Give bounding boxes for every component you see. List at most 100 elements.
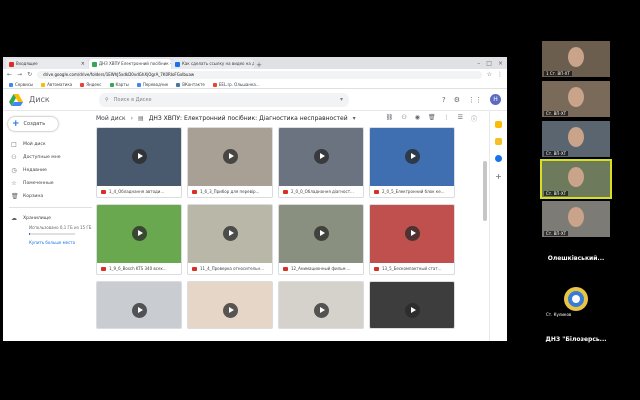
file-card[interactable]: 1_9_6_Bosch KTS 340 всех... xyxy=(96,204,182,275)
participant-avatar-tile[interactable]: Ст. Куликов xyxy=(542,282,610,318)
play-icon[interactable] xyxy=(132,226,147,241)
file-card[interactable] xyxy=(278,281,364,329)
sidebar-item-trash[interactable]: 🗑 Корзина xyxy=(3,190,92,203)
video-thumbnail[interactable] xyxy=(279,128,363,186)
video-thumbnail[interactable] xyxy=(97,205,181,263)
participant-video-tile[interactable]: 1 Ст. ВП-ХТ xyxy=(542,41,610,77)
sidebar-item-my-drive[interactable]: □ Мой диск xyxy=(3,138,92,151)
sidebar-item-storage[interactable]: ☁ Хранилище xyxy=(3,212,92,225)
close-icon[interactable]: × xyxy=(81,59,85,69)
new-tab-button[interactable]: + xyxy=(255,61,263,69)
participant-video-tile[interactable]: Ст. ВП-ХТ xyxy=(540,159,612,199)
participant-video-tile[interactable]: Ст. ВП-ХТ xyxy=(542,201,610,237)
bookmark-icon xyxy=(212,82,217,87)
sidebar-item-recent[interactable]: ◷ Недавние xyxy=(3,164,92,177)
play-icon[interactable] xyxy=(405,149,420,164)
play-icon[interactable] xyxy=(314,226,329,241)
participant-video-tile[interactable]: Ст. ВП-ХТ xyxy=(542,121,610,157)
play-icon[interactable] xyxy=(223,226,238,241)
drive-logo-icon[interactable] xyxy=(9,93,23,106)
add-person-icon[interactable]: ⚇ xyxy=(401,114,406,123)
play-icon[interactable] xyxy=(132,303,147,318)
bookmark-item[interactable]: ВКонтакте xyxy=(176,82,205,87)
file-card[interactable]: 11_4_Проверка относительн... xyxy=(187,204,273,275)
participant-name: Ст. ВП-ХТ xyxy=(544,111,569,116)
play-icon[interactable] xyxy=(405,226,420,241)
file-card[interactable]: 12_Анимационный фильм ... xyxy=(278,204,364,275)
tab-strip: Входящие × ДНЗ ХВПУ Електронний посібник… xyxy=(3,57,507,69)
breadcrumb-current-folder[interactable]: ДНЗ ХВПУ: Електронний посібник: Діагност… xyxy=(149,115,348,122)
maximize-icon[interactable]: □ xyxy=(486,60,492,67)
sidebar-item-shared[interactable]: ⚇ Доступные мне xyxy=(3,151,92,164)
search-icon[interactable]: ⚲ xyxy=(105,97,109,103)
file-card[interactable]: 2_0_0_Обладнання діагност... xyxy=(278,127,364,198)
video-thumbnail[interactable] xyxy=(370,205,454,263)
tab-inbox[interactable]: Входящие × xyxy=(6,59,88,69)
tab-drive[interactable]: ДНЗ ХВПУ Електронний посібник - Google Д… xyxy=(89,59,171,69)
more-icon[interactable]: ⋮ xyxy=(444,114,450,123)
url-field[interactable]: drive.google.com/drive/folders/1EWhJ5xdk… xyxy=(37,70,482,79)
play-icon[interactable] xyxy=(314,303,329,318)
help-icon[interactable]: ? xyxy=(442,96,446,104)
menu-icon[interactable]: ⋮ xyxy=(497,71,503,78)
play-icon[interactable] xyxy=(405,303,420,318)
file-card[interactable]: 13_5_Бескомпактный стат... xyxy=(369,204,455,275)
play-icon[interactable] xyxy=(314,149,329,164)
participant-video-tile[interactable]: Ст. ВП-ХТ xyxy=(542,81,610,117)
video-thumbnail[interactable] xyxy=(370,282,454,328)
file-name: 2_0_5_Електронний блок ке... xyxy=(382,189,445,194)
star-icon[interactable]: ☆ xyxy=(487,71,492,78)
video-thumbnail[interactable] xyxy=(97,128,181,186)
file-card[interactable] xyxy=(369,281,455,329)
bookmark-item[interactable]: Яндекс xyxy=(80,82,102,87)
chevron-down-icon[interactable]: ▾ xyxy=(353,115,356,122)
breadcrumb-root[interactable]: Мой диск xyxy=(96,115,126,122)
play-icon[interactable] xyxy=(223,303,238,318)
video-thumbnail[interactable] xyxy=(188,282,272,328)
add-addon-icon[interactable]: + xyxy=(495,172,502,181)
video-thumbnail[interactable] xyxy=(279,205,363,263)
minimize-icon[interactable]: – xyxy=(477,60,480,67)
play-icon[interactable] xyxy=(132,149,147,164)
close-window-icon[interactable]: × xyxy=(498,60,503,67)
link-icon[interactable]: ⛓ xyxy=(386,114,394,123)
calendar-icon[interactable] xyxy=(495,121,502,128)
file-name: 13_5_Бескомпактный стат... xyxy=(382,266,442,271)
bookmark-item[interactable]: Карты xyxy=(109,82,129,87)
trash-icon[interactable]: 🗑 xyxy=(428,114,436,123)
file-card[interactable]: 2_0_5_Електронний блок ке... xyxy=(369,127,455,198)
search-options-icon[interactable]: ▾ xyxy=(340,96,349,103)
video-thumbnail[interactable] xyxy=(188,128,272,186)
bookmark-item[interactable]: Переводчик xyxy=(136,82,168,87)
play-icon[interactable] xyxy=(223,149,238,164)
back-icon[interactable]: ← xyxy=(7,71,12,78)
info-icon[interactable]: ⓘ xyxy=(471,114,477,123)
scrollbar[interactable] xyxy=(483,161,487,221)
apps-grid-icon[interactable]: ⋮⋮ xyxy=(468,96,482,104)
tab-link-help[interactable]: Как сделать ссылку на видео на диске × xyxy=(172,59,254,69)
file-name: 12_Анимационный фильм ... xyxy=(291,266,351,271)
sidebar-item-starred[interactable]: ☆ Помеченные xyxy=(3,177,92,190)
video-thumbnail[interactable] xyxy=(97,282,181,328)
video-thumbnail[interactable] xyxy=(370,128,454,186)
buy-storage-link[interactable]: Купить больше места xyxy=(3,240,92,245)
settings-icon[interactable]: ⚙ xyxy=(454,96,460,104)
file-card[interactable] xyxy=(187,281,273,329)
eye-icon[interactable]: ◉ xyxy=(415,114,420,123)
bookmark-item[interactable]: Автоматика xyxy=(41,82,72,87)
forward-icon[interactable]: → xyxy=(17,71,22,78)
bookmark-item[interactable]: Сервисы xyxy=(9,82,33,87)
file-card[interactable] xyxy=(96,281,182,329)
bookmark-item[interactable]: EEL.rp. Ольшанка... xyxy=(212,82,260,87)
video-thumbnail[interactable] xyxy=(279,282,363,328)
file-card[interactable]: 1_6_3_Прибор для перевір... xyxy=(187,127,273,198)
video-thumbnail[interactable] xyxy=(188,205,272,263)
list-view-icon[interactable]: ☰ xyxy=(458,114,463,123)
tasks-icon[interactable] xyxy=(495,155,502,162)
file-card[interactable]: 1_4_Обладнання автоди... xyxy=(96,127,182,198)
create-button[interactable]: + Создать xyxy=(8,117,58,131)
reload-icon[interactable]: ↻ xyxy=(27,71,32,78)
account-avatar[interactable]: Н xyxy=(490,94,501,105)
keep-icon[interactable] xyxy=(495,138,502,145)
search-input[interactable]: ⚲ Поиск в Диске ▾ xyxy=(99,92,349,107)
